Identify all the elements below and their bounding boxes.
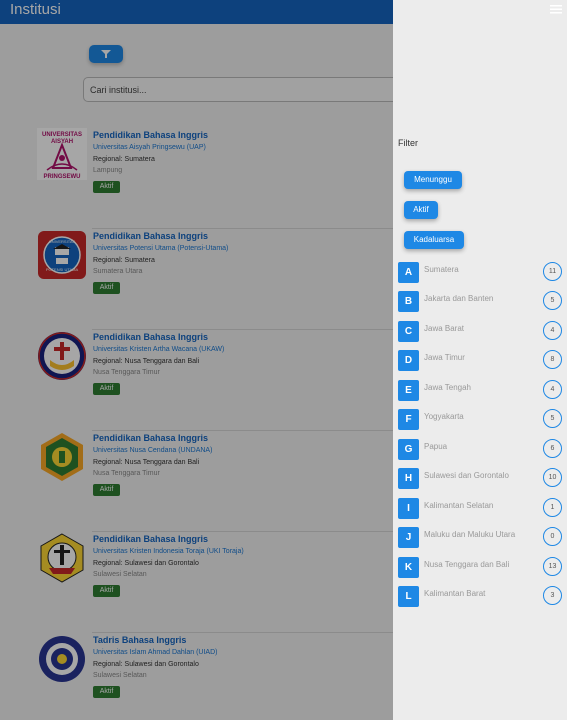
region-count: 4 (543, 321, 562, 340)
menu-icon[interactable] (550, 5, 562, 14)
region-letter: H (398, 468, 419, 489)
region-name: Jawa Tengah (424, 383, 471, 392)
region-count: 10 (543, 468, 562, 487)
modal-backdrop[interactable] (0, 0, 393, 720)
region-name: Jawa Barat (424, 324, 465, 333)
region-name: Kalimantan Selatan (424, 501, 494, 510)
region-item[interactable]: A Sumatera 11 (398, 262, 566, 285)
region-item[interactable]: E Jawa Tengah 4 (398, 380, 566, 403)
region-letter: G (398, 439, 419, 460)
region-item[interactable]: D Jawa Timur 8 (398, 350, 566, 373)
region-item[interactable]: L Kalimantan Barat 3 (398, 586, 566, 609)
region-name: Nusa Tenggara dan Bali (424, 560, 510, 569)
region-letter: L (398, 586, 419, 607)
region-name: Sulawesi dan Gorontalo (424, 471, 509, 480)
region-letter: A (398, 262, 419, 283)
region-item[interactable]: C Jawa Barat 4 (398, 321, 566, 344)
region-name: Jawa Timur (424, 353, 465, 362)
region-item[interactable]: H Sulawesi dan Gorontalo 10 (398, 468, 566, 491)
region-name: Sumatera (424, 265, 459, 274)
region-count: 6 (543, 439, 562, 458)
region-count: 5 (543, 409, 562, 428)
region-count: 4 (543, 380, 562, 399)
region-count: 13 (543, 557, 562, 576)
region-count: 3 (543, 586, 562, 605)
region-count: 8 (543, 350, 562, 369)
region-count: 5 (543, 291, 562, 310)
filter-drawer: Filter Menunggu Aktif Kadaluarsa A Sumat… (393, 0, 567, 720)
region-letter: J (398, 527, 419, 548)
region-letter: B (398, 291, 419, 312)
filter-menunggu-button[interactable]: Menunggu (404, 171, 462, 189)
region-item[interactable]: I Kalimantan Selatan 1 (398, 498, 566, 521)
region-count: 0 (543, 527, 562, 546)
region-letter: F (398, 409, 419, 430)
region-letter: C (398, 321, 419, 342)
region-letter: K (398, 557, 419, 578)
region-name: Jakarta dan Banten (424, 294, 494, 303)
region-item[interactable]: K Nusa Tenggara dan Bali 13 (398, 557, 566, 580)
filter-aktif-button[interactable]: Aktif (404, 201, 438, 219)
region-name: Papua (424, 442, 448, 451)
region-count: 1 (543, 498, 562, 517)
region-count: 11 (543, 262, 562, 281)
region-item[interactable]: G Papua 6 (398, 439, 566, 462)
filter-label: Filter (398, 138, 418, 148)
region-letter: I (398, 498, 419, 519)
filter-kadaluarsa-button[interactable]: Kadaluarsa (404, 231, 464, 249)
region-item[interactable]: B Jakarta dan Banten 5 (398, 291, 566, 314)
region-item[interactable]: J Maluku dan Maluku Utara 0 (398, 527, 566, 550)
region-letter: D (398, 350, 419, 371)
region-name: Yogyakarta (424, 412, 464, 421)
region-name: Kalimantan Barat (424, 589, 486, 598)
region-item[interactable]: F Yogyakarta 5 (398, 409, 566, 432)
region-letter: E (398, 380, 419, 401)
region-name: Maluku dan Maluku Utara (424, 530, 516, 539)
